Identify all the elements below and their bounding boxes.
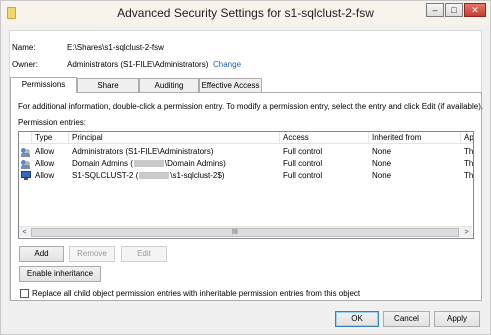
column-type[interactable]: Type bbox=[32, 132, 69, 144]
owner-label: Owner: bbox=[12, 60, 38, 69]
tab-permissions[interactable]: Permissions bbox=[10, 77, 77, 93]
window-controls: – □ ✕ bbox=[425, 3, 486, 17]
row-principal: S1-SQLCLUST-2 ( \s1-sqlclust-2$) bbox=[69, 170, 280, 182]
edit-button[interactable]: Edit bbox=[121, 246, 167, 262]
maximize-button[interactable]: □ bbox=[445, 3, 463, 17]
users-icon bbox=[21, 160, 31, 169]
name-value: E:\Shares\s1-sqlclust-2-fsw bbox=[67, 43, 164, 52]
column-inherited-from[interactable]: Inherited from bbox=[369, 132, 461, 144]
row-type: Allow bbox=[35, 159, 55, 168]
principal-suffix: \Domain Admins) bbox=[164, 159, 226, 168]
scroll-thumb[interactable]: III bbox=[31, 228, 459, 237]
tab-strip: Permissions Share Auditing Effective Acc… bbox=[10, 77, 310, 93]
row-applies: This fo bbox=[464, 159, 474, 168]
row-type: Allow bbox=[35, 171, 55, 180]
row-type: Allow bbox=[35, 147, 55, 156]
remove-button[interactable]: Remove bbox=[69, 246, 115, 262]
advanced-security-window: Advanced Security Settings for s1-sqlclu… bbox=[0, 0, 491, 335]
icon-column-header bbox=[19, 132, 32, 144]
row-principal: Administrators (S1-FILE\Administrators) bbox=[72, 147, 214, 156]
enable-inheritance-button[interactable]: Enable inheritance bbox=[19, 266, 101, 282]
column-principal[interactable]: Principal bbox=[69, 132, 280, 144]
permission-description: For additional information, double-click… bbox=[18, 102, 484, 111]
ok-button[interactable]: OK bbox=[335, 311, 379, 327]
tab-auditing[interactable]: Auditing bbox=[139, 78, 199, 92]
principal-suffix: \s1-sqlclust-2$) bbox=[170, 171, 225, 180]
window-title: Advanced Security Settings for s1-sqlclu… bbox=[117, 6, 374, 20]
horizontal-scrollbar[interactable]: < III > bbox=[19, 226, 472, 237]
add-button[interactable]: Add bbox=[19, 246, 64, 262]
title-bar[interactable]: Advanced Security Settings for s1-sqlclu… bbox=[1, 1, 490, 25]
scroll-left-icon[interactable]: < bbox=[19, 227, 30, 238]
grid-header: Type Principal Access Inherited from App… bbox=[19, 132, 473, 144]
replace-child-permissions-label: Replace all child object permission entr… bbox=[32, 289, 361, 298]
column-applies-to[interactable]: Applie bbox=[461, 132, 473, 144]
table-row[interactable]: Allow S1-SQLCLUST-2 ( \s1-sqlclust-2$) Fu… bbox=[19, 170, 474, 182]
apply-button[interactable]: Apply bbox=[434, 311, 480, 327]
column-access[interactable]: Access bbox=[280, 132, 369, 144]
owner-value: Administrators (S1-FILE\Administrators) bbox=[67, 60, 209, 69]
tab-effective-access[interactable]: Effective Access bbox=[199, 78, 262, 92]
row-principal: Domain Admins ( \Domain Admins) bbox=[69, 158, 280, 170]
close-button[interactable]: ✕ bbox=[464, 3, 486, 17]
minimize-button[interactable]: – bbox=[426, 3, 444, 17]
row-access: Full control bbox=[283, 171, 323, 180]
table-row[interactable]: Allow Administrators (S1-FILE\Administra… bbox=[19, 146, 474, 158]
principal-prefix: S1-SQLCLUST-2 ( bbox=[72, 171, 139, 180]
grip-icon: III bbox=[232, 229, 238, 236]
name-label: Name: bbox=[12, 43, 36, 52]
table-row[interactable]: Allow Domain Admins ( \Domain Admins) Ful… bbox=[19, 158, 474, 170]
principal-prefix: Domain Admins ( bbox=[72, 159, 133, 168]
row-applies: This fo bbox=[464, 171, 474, 180]
permission-entries-grid[interactable]: Type Principal Access Inherited from App… bbox=[18, 131, 474, 239]
permission-entries-label: Permission entries: bbox=[18, 118, 87, 127]
cancel-button[interactable]: Cancel bbox=[383, 311, 430, 327]
replace-child-permissions-checkbox[interactable] bbox=[20, 289, 29, 298]
redacted-domain bbox=[139, 172, 170, 179]
row-inherited: None bbox=[372, 171, 392, 180]
computer-icon bbox=[21, 171, 31, 180]
users-icon bbox=[21, 148, 31, 157]
row-access: Full control bbox=[283, 159, 323, 168]
tab-share[interactable]: Share bbox=[77, 78, 139, 92]
row-applies: This fo bbox=[464, 147, 474, 156]
row-inherited: None bbox=[372, 147, 392, 156]
row-inherited: None bbox=[372, 159, 392, 168]
redacted-domain bbox=[133, 160, 164, 167]
change-owner-link[interactable]: Change bbox=[213, 60, 241, 69]
scroll-right-icon[interactable]: > bbox=[461, 227, 472, 238]
row-access: Full control bbox=[283, 147, 323, 156]
